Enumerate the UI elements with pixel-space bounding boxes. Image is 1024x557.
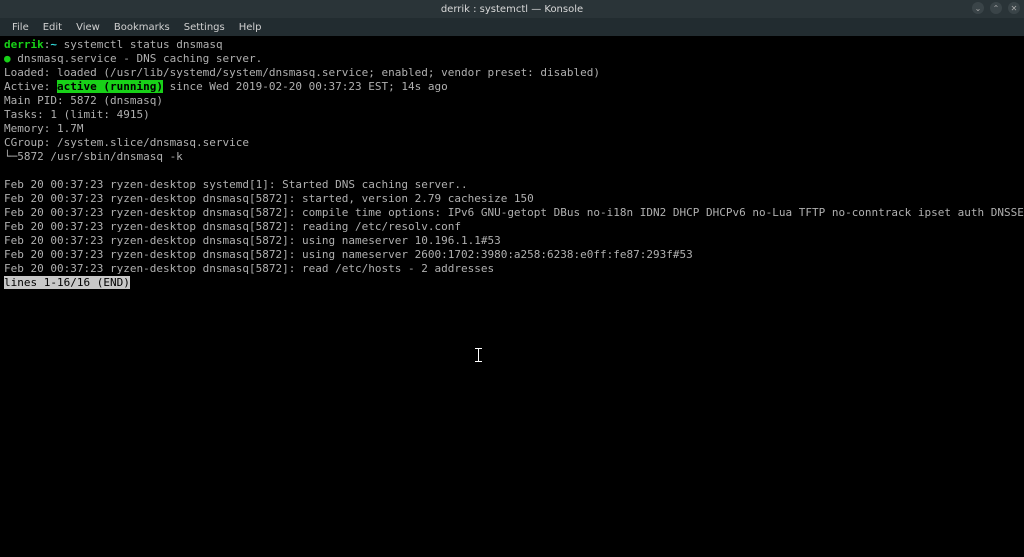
blank-line	[4, 164, 1020, 178]
window-buttons: ⌄ ⌃ ✕	[972, 2, 1020, 14]
log-line: Feb 20 00:37:23 ryzen-desktop dnsmasq[58…	[4, 248, 1020, 262]
active-value: active (running)	[57, 80, 163, 93]
service-header: ● dnsmasq.service - DNS caching server.	[4, 52, 1020, 66]
menu-settings[interactable]: Settings	[178, 20, 231, 35]
text-cursor-icon	[478, 348, 479, 362]
window-titlebar: derrik : systemctl — Konsole ⌄ ⌃ ✕	[0, 0, 1024, 18]
menu-edit[interactable]: Edit	[37, 20, 68, 35]
active-line: Active: active (running) since Wed 2019-…	[4, 80, 1020, 94]
log-line: Feb 20 00:37:23 ryzen-desktop dnsmasq[58…	[4, 206, 1020, 220]
log-line: Feb 20 00:37:23 ryzen-desktop dnsmasq[58…	[4, 192, 1020, 206]
log-line: Feb 20 00:37:23 ryzen-desktop dnsmasq[58…	[4, 220, 1020, 234]
mainpid-line: Main PID: 5872 (dnsmasq)	[4, 94, 1020, 108]
loaded-value: loaded (/usr/lib/systemd/system/dnsmasq.…	[57, 66, 600, 79]
terminal-viewport[interactable]: derrik:~ systemctl status dnsmasq ● dnsm…	[0, 36, 1024, 557]
loaded-label: Loaded:	[4, 66, 57, 79]
pager-status: lines 1-16/16 (END)	[4, 276, 130, 289]
loaded-line: Loaded: loaded (/usr/lib/systemd/system/…	[4, 66, 1020, 80]
window-close-button[interactable]: ✕	[1008, 2, 1020, 14]
prompt-sep2	[57, 38, 64, 51]
memory-line: Memory: 1.7M	[4, 122, 1020, 136]
menu-bar: File Edit View Bookmarks Settings Help	[0, 18, 1024, 36]
service-name: dnsmasq.service - DNS caching server.	[17, 52, 262, 65]
cgroup-line-1: CGroup: /system.slice/dnsmasq.service	[4, 136, 1020, 150]
log-line: Feb 20 00:37:23 ryzen-desktop dnsmasq[58…	[4, 262, 1020, 276]
prompt-line: derrik:~ systemctl status dnsmasq	[4, 38, 1020, 52]
active-label: Active:	[4, 80, 57, 93]
menu-bookmarks[interactable]: Bookmarks	[108, 20, 176, 35]
prompt-path: ~	[50, 38, 57, 51]
window-minimize-button[interactable]: ⌄	[972, 2, 984, 14]
pager-status-line: lines 1-16/16 (END)	[4, 276, 1020, 290]
tasks-line: Tasks: 1 (limit: 4915)	[4, 108, 1020, 122]
window-title: derrik : systemctl — Konsole	[441, 4, 583, 15]
window-maximize-button[interactable]: ⌃	[990, 2, 1002, 14]
menu-file[interactable]: File	[6, 20, 35, 35]
cgroup-line-2: └─5872 /usr/sbin/dnsmasq -k	[4, 150, 1020, 164]
menu-view[interactable]: View	[70, 20, 106, 35]
active-tail: since Wed 2019-02-20 00:37:23 EST; 14s a…	[163, 80, 448, 93]
log-line: Feb 20 00:37:23 ryzen-desktop systemd[1]…	[4, 178, 1020, 192]
prompt-user: derrik	[4, 38, 44, 51]
menu-help[interactable]: Help	[233, 20, 268, 35]
status-bullet-icon: ●	[4, 52, 11, 65]
log-line: Feb 20 00:37:23 ryzen-desktop dnsmasq[58…	[4, 234, 1020, 248]
prompt-cmd: systemctl status dnsmasq	[64, 38, 223, 51]
